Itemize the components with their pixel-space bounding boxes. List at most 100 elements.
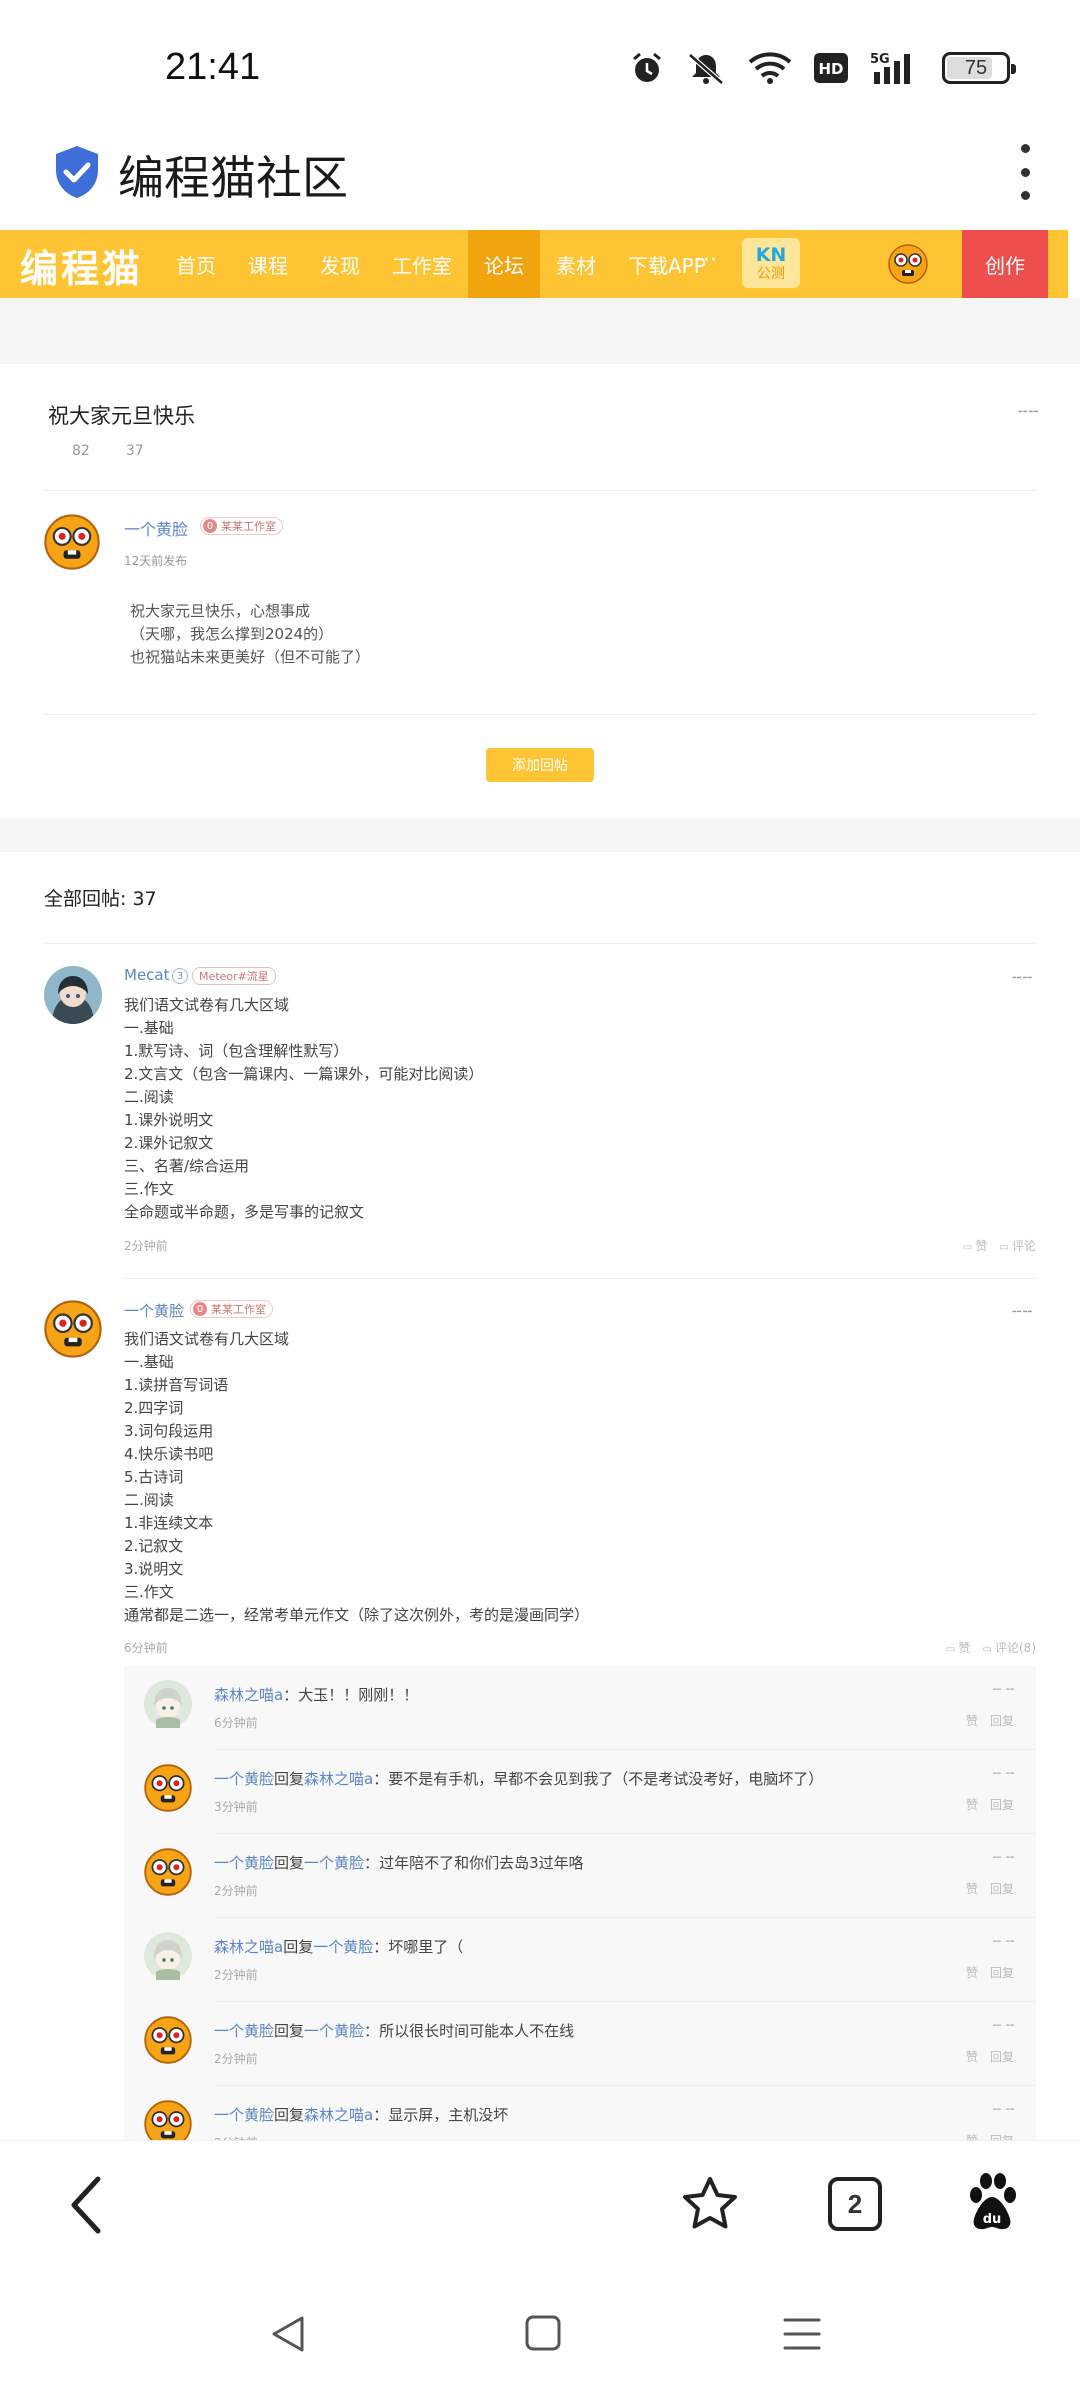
level-badge: 3 [172,968,188,984]
sub-reply-row: 一个黄脸回复森林之喵a：要不是有手机，早都不会见到我了（不是考试没考好，电脑坏了… [124,1750,1036,1834]
author-avatar[interactable] [44,514,100,570]
sub-reply-row: 森林之喵a：大玉！！刚刚！！ 6分钟前 ╌ ╌ 赞回复 [124,1666,1036,1750]
sub-reply-time: 3分钟前 [214,1800,258,1814]
sub-reply-target[interactable]: 森林之喵a [304,1770,373,1788]
post-author-name[interactable]: 一个黄脸 [124,516,188,540]
baidu-paw-icon[interactable]: du [966,2173,1018,2231]
sub-reply-avatar[interactable] [144,1680,192,1732]
reply-button[interactable]: 回复 [990,1712,1014,1729]
sub-reply-avatar[interactable] [144,1764,192,1816]
add-reply-button[interactable]: 添加回帖 [486,748,594,782]
sub-reply-target[interactable]: 一个黄脸 [313,1938,373,1956]
comment-line: 3.词句段运用 [124,1422,214,1440]
status-bar: 21:41 HD 5G 75 [0,0,1080,130]
reply-button[interactable]: 回复 [990,1796,1014,1813]
reply-button[interactable]: 回复 [990,1964,1014,1981]
sub-reply-target[interactable]: 一个黄脸 [304,2022,364,2040]
comment-line: 二.阅读 [124,1491,174,1509]
section-gap [0,298,1080,364]
sub-reply-actions: 赞回复 [966,1796,1014,1813]
reply-word: 回复 [274,2106,305,2124]
sub-reply-more-icon[interactable]: ╌ ╌ [993,2018,1014,2034]
system-menu-icon[interactable] [782,2316,822,2352]
meteor-tag[interactable]: Meteor#流星 [192,967,276,985]
sub-reply-user[interactable]: 森林之喵a [214,1686,283,1704]
comment-line: 三.作文 [124,1180,174,1198]
sub-reply-more-icon[interactable]: ╌ ╌ [993,1934,1014,1950]
comment-avatar[interactable] [44,1300,102,1358]
sub-replies: 森林之喵a：大玉！！刚刚！！ 6分钟前 ╌ ╌ 赞回复 一个黄脸回复森林之喵a：要不是有… [124,1666,1036,2142]
sub-reply-more-icon[interactable]: ╌ ╌ [993,1682,1014,1698]
sub-reply-user[interactable]: 一个黄脸 [214,2022,274,2040]
nav-discover[interactable]: 发现 [304,230,376,298]
create-button[interactable]: 创作 [962,230,1048,298]
more-menu-icon[interactable] [1010,144,1040,200]
like-button[interactable]: 赞 [966,1712,978,1729]
sub-reply-more-icon[interactable]: ╌ ╌ [993,2102,1014,2118]
post-body-line: （天哪，我怎么撑到2024的） [130,625,334,643]
comment-body: 我们语文试卷有几大区域 一.基础 1.读拼音写词语 2.四字词 3.词句段运用 … [124,1328,589,1627]
sub-reply-more-icon[interactable]: ╌ ╌ [993,1850,1014,1866]
nav-studio[interactable]: 工作室 [376,230,468,298]
studio-tag[interactable]: 0 某某工作室 [200,517,283,535]
comment-avatar[interactable] [44,966,102,1024]
comment-author[interactable]: 一个黄脸 [124,1300,184,1321]
sub-reply-avatar[interactable] [144,1848,192,1900]
kn-beta-badge[interactable]: KN 公测 [742,238,800,288]
comment-more-icon[interactable]: ╌ ╌ [1012,1302,1032,1321]
like-button[interactable]: 赞 [966,1796,978,1813]
sub-reply-line: 一个黄脸回复森林之喵a：显示屏，主机没坏 [214,2104,508,2125]
like-button[interactable]: 赞 [966,1880,978,1897]
sub-reply-avatar[interactable] [144,2100,192,2142]
sub-reply-time: 2分钟前 [214,1884,258,1898]
sub-reply-text: 坏哪里了（ [388,1938,464,1956]
comment-time: 2分钟前 [124,1239,168,1253]
alarm-icon [633,52,661,82]
reply-button[interactable]: 回复 [990,2048,1014,2065]
nav-more-icon[interactable]: ··· [696,248,717,273]
comment-button[interactable]: 评论(8) [982,1639,1036,1656]
comment-line: 通常都是二选一，经常考单元作文（除了这次例外，考的是漫画同学） [124,1606,590,1624]
like-button[interactable]: 赞 [966,2048,978,2065]
bookmark-star-icon[interactable] [680,2175,740,2233]
like-button[interactable]: 赞 [966,1964,978,1981]
replies-header: 全部回帖: 37 [44,888,157,910]
nav-assets[interactable]: 素材 [540,230,612,298]
comment-more-icon[interactable]: ╌ ╌ [1012,968,1032,987]
user-avatar[interactable] [888,244,928,284]
sub-reply-user[interactable]: 森林之喵a [214,1938,283,1956]
studio-tag[interactable]: 0 某某工作室 [190,1300,273,1318]
wifi-icon [748,52,792,84]
sub-reply-avatar[interactable] [144,1932,192,1984]
post-more-icon[interactable]: ╌ ╌ [1018,402,1038,421]
site-logo[interactable]: 编程猫 [20,238,143,293]
like-button[interactable]: 赞 [946,1639,970,1656]
sub-reply-user[interactable]: 一个黄脸 [214,1770,274,1788]
reply-button[interactable]: 回复 [990,1880,1014,1897]
comment-line: 2.四字词 [124,1399,184,1417]
comment-line: 1.非连续文本 [124,1514,214,1532]
like-button[interactable]: 赞 [963,1237,987,1254]
system-back-icon[interactable] [268,2314,308,2354]
comment-button[interactable]: 评论 [999,1237,1036,1254]
back-icon[interactable] [66,2175,106,2235]
comment-line: 三、名著/综合运用 [124,1157,250,1175]
sub-reply-target[interactable]: 森林之喵a [304,2106,373,2124]
comment-author[interactable]: Mecat [124,966,170,984]
nav-home[interactable]: 首页 [160,230,232,298]
divider [44,490,1036,491]
reply-word: 回复 [274,2022,305,2040]
post-body-line: 也祝猫站未来更美好（但不可能了） [130,648,371,666]
system-home-icon[interactable] [524,2314,562,2352]
sub-reply-avatar[interactable] [144,2016,192,2068]
tabs-count-button[interactable]: 2 [828,2177,882,2231]
sub-reply-user[interactable]: 一个黄脸 [214,2106,274,2124]
sub-reply-more-icon[interactable]: ╌ ╌ [993,1766,1014,1782]
reply-word: 回复 [274,1770,305,1788]
nav-items: 首页 课程 发现 工作室 论坛 素材 下载APP [160,230,722,298]
nav-courses[interactable]: 课程 [232,230,304,298]
sub-reply-user[interactable]: 一个黄脸 [214,1854,274,1872]
nav-forum[interactable]: 论坛 [468,230,540,298]
comment-body: 我们语文试卷有几大区域 一.基础 1.默写诗、词（包含理解性默写） 2.文言文（… [124,994,483,1224]
sub-reply-target[interactable]: 一个黄脸 [304,1854,364,1872]
